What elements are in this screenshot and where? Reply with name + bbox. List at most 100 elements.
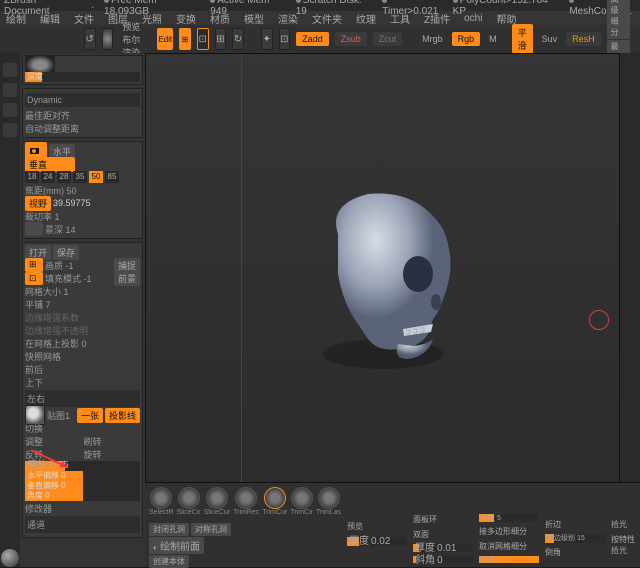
hi-slider[interactable]: 标高 100 [479, 556, 539, 563]
invert-row[interactable]: 反转 [25, 448, 82, 461]
updown[interactable]: 上下 [25, 376, 140, 389]
menu-edit[interactable]: 编辑 [40, 11, 60, 26]
res-hi[interactable]: ResH [566, 32, 601, 46]
edit-button[interactable]: Edit [157, 28, 173, 50]
pick-btn[interactable]: 拾光 [611, 519, 636, 530]
thick-slider[interactable]: 厚度 0.02 [347, 537, 407, 546]
frame-icon[interactable]: ⊡ [279, 28, 291, 50]
menu-render[interactable]: 渲染 [278, 11, 298, 26]
adjust-label: 最佳距对齐 [25, 109, 140, 122]
front-back[interactable]: 前后 [25, 363, 140, 376]
history-icon[interactable]: ↺ [84, 28, 96, 50]
rail-icon[interactable] [3, 103, 17, 117]
ring-slider[interactable]: 环数 5 [479, 514, 539, 521]
bevel-slider[interactable]: 厚度 0.01 [413, 544, 473, 551]
panel-btn[interactable]: 面板环 [413, 514, 473, 525]
draw-button[interactable]: ⊞ [179, 28, 191, 50]
menu-tool[interactable]: 工具 [390, 11, 410, 26]
fold-btn[interactable]: 折边 [545, 519, 605, 530]
rotate-button[interactable]: ↻ [232, 28, 244, 50]
mrgb-toggle[interactable]: Mrgb [422, 34, 443, 44]
grid-icon[interactable]: ⊞ [25, 258, 43, 272]
menu-material[interactable]: 材质 [210, 11, 230, 26]
adjust-row[interactable]: 调整 [25, 435, 82, 448]
menu-texture[interactable]: 纹理 [356, 11, 376, 26]
brush-trimcur[interactable] [264, 487, 286, 509]
create-btn[interactable]: 创建本体 [149, 555, 189, 568]
focal-50[interactable]: 50 [89, 171, 103, 183]
focal-label: 焦距(mm) 50 [25, 184, 140, 197]
zcut-pill[interactable]: Zcut [373, 32, 403, 46]
brush-trimrec[interactable] [235, 487, 257, 509]
switch-row[interactable]: 切换 [25, 422, 140, 435]
rotate-row[interactable]: 旋转 [84, 448, 141, 461]
quickgrid-label[interactable]: 快照网格 [25, 350, 140, 363]
suv-toggle[interactable]: Suv [542, 34, 558, 44]
save-button[interactable]: 保存 [53, 245, 79, 260]
brush-selectr[interactable] [150, 487, 172, 509]
rail-icon[interactable] [3, 83, 17, 97]
vshift-slider[interactable]: 垂直偏移 0 [25, 481, 140, 491]
menu-file[interactable]: 文件 [74, 11, 94, 26]
focal-24[interactable]: 24 [41, 171, 55, 183]
double-btn[interactable]: 双面 [413, 529, 473, 540]
fov-button[interactable]: 视野 [25, 196, 51, 211]
sphere-icon[interactable] [102, 28, 114, 50]
special-btn[interactable]: 按特性拾光 [611, 534, 636, 556]
lo-btn[interactable]: 倒角 [545, 547, 605, 558]
menu-draw[interactable]: 绘制 [6, 11, 26, 26]
brush-slicecur[interactable] [206, 487, 228, 509]
menu-model[interactable]: 模型 [244, 11, 264, 26]
rail-icon[interactable] [3, 63, 17, 77]
drawfront-btn[interactable]: ◐ 绘制前面 [149, 537, 204, 554]
hshift-slider[interactable]: 水平偏移 0 [25, 471, 140, 481]
modifier-label[interactable]: 修改器 [25, 502, 140, 515]
edge-btn[interactable]: 对称孔洞 [191, 523, 231, 536]
nav-ring[interactable] [589, 310, 609, 330]
menu-transform[interactable]: 变换 [176, 11, 196, 26]
front-button[interactable]: 前景 [114, 271, 140, 286]
brush-slicecir[interactable] [178, 487, 200, 509]
rail-icon[interactable] [3, 123, 17, 137]
projline-button[interactable]: 投影线 [105, 408, 140, 423]
m-toggle[interactable]: M [489, 34, 497, 44]
dof-icon[interactable] [25, 222, 43, 236]
depth-slider[interactable]: 深度 [25, 72, 140, 82]
auto-adjust-toggle[interactable]: 自动调整距离 [25, 122, 140, 135]
cancel-btn[interactable]: 取消网格细分 [479, 541, 539, 552]
foldlevel-slider[interactable]: 折边级别 15 [545, 534, 605, 543]
res-max-button[interactable]: 最高级细分 [607, 0, 630, 39]
flip-row[interactable]: 刷转 [84, 435, 141, 448]
channel-header[interactable]: 通道 [25, 516, 140, 533]
focal-35[interactable]: 35 [73, 171, 87, 183]
once-button[interactable]: 一张 [77, 408, 103, 423]
menu-folder[interactable]: 文件夹 [312, 11, 342, 26]
slope-slider[interactable]: 斜角 0 [413, 556, 473, 563]
gizmo-icon[interactable]: ✦ [261, 28, 273, 50]
flat-pill[interactable]: 平滑 [512, 24, 533, 54]
tile-icon[interactable]: ⊡ [25, 272, 43, 285]
scale-button[interactable]: ⊞ [215, 28, 227, 50]
brush-trimcir[interactable] [291, 487, 313, 509]
dynamic-header[interactable]: Dynamic [25, 93, 140, 107]
proj-label: 在网格上投影 0 [25, 337, 140, 350]
focal-18[interactable]: 18 [25, 171, 39, 183]
focal-85[interactable]: 85 [105, 171, 119, 183]
brush-trimlas[interactable] [318, 487, 340, 509]
crop-label: 裁切率 1 [25, 210, 140, 223]
preview-btn[interactable]: 预览 [347, 521, 363, 532]
zadd-pill[interactable]: Zadd [296, 32, 329, 46]
focal-28[interactable]: 28 [57, 171, 71, 183]
zsub-pill[interactable]: Zsub [335, 32, 367, 46]
menu-ochi[interactable]: ochi [464, 13, 482, 24]
rgb-pill[interactable]: Rgb [452, 32, 481, 46]
edgeloop-btn[interactable]: 接多边形细分 [479, 526, 539, 537]
vert-button[interactable]: 垂直 [25, 157, 75, 172]
smooth-brush-icon[interactable] [1, 549, 19, 567]
scale-slider[interactable]: 缩放 0.35 [25, 461, 140, 471]
move-button[interactable]: ⊡ [197, 28, 209, 50]
mask-btn[interactable]: 封闭孔洞 [149, 523, 189, 536]
menu-zplugin[interactable]: Z插件 [424, 11, 450, 26]
flat-label: 平铺 7 [25, 298, 140, 311]
angle-slider[interactable]: 角度 0 [25, 491, 140, 501]
